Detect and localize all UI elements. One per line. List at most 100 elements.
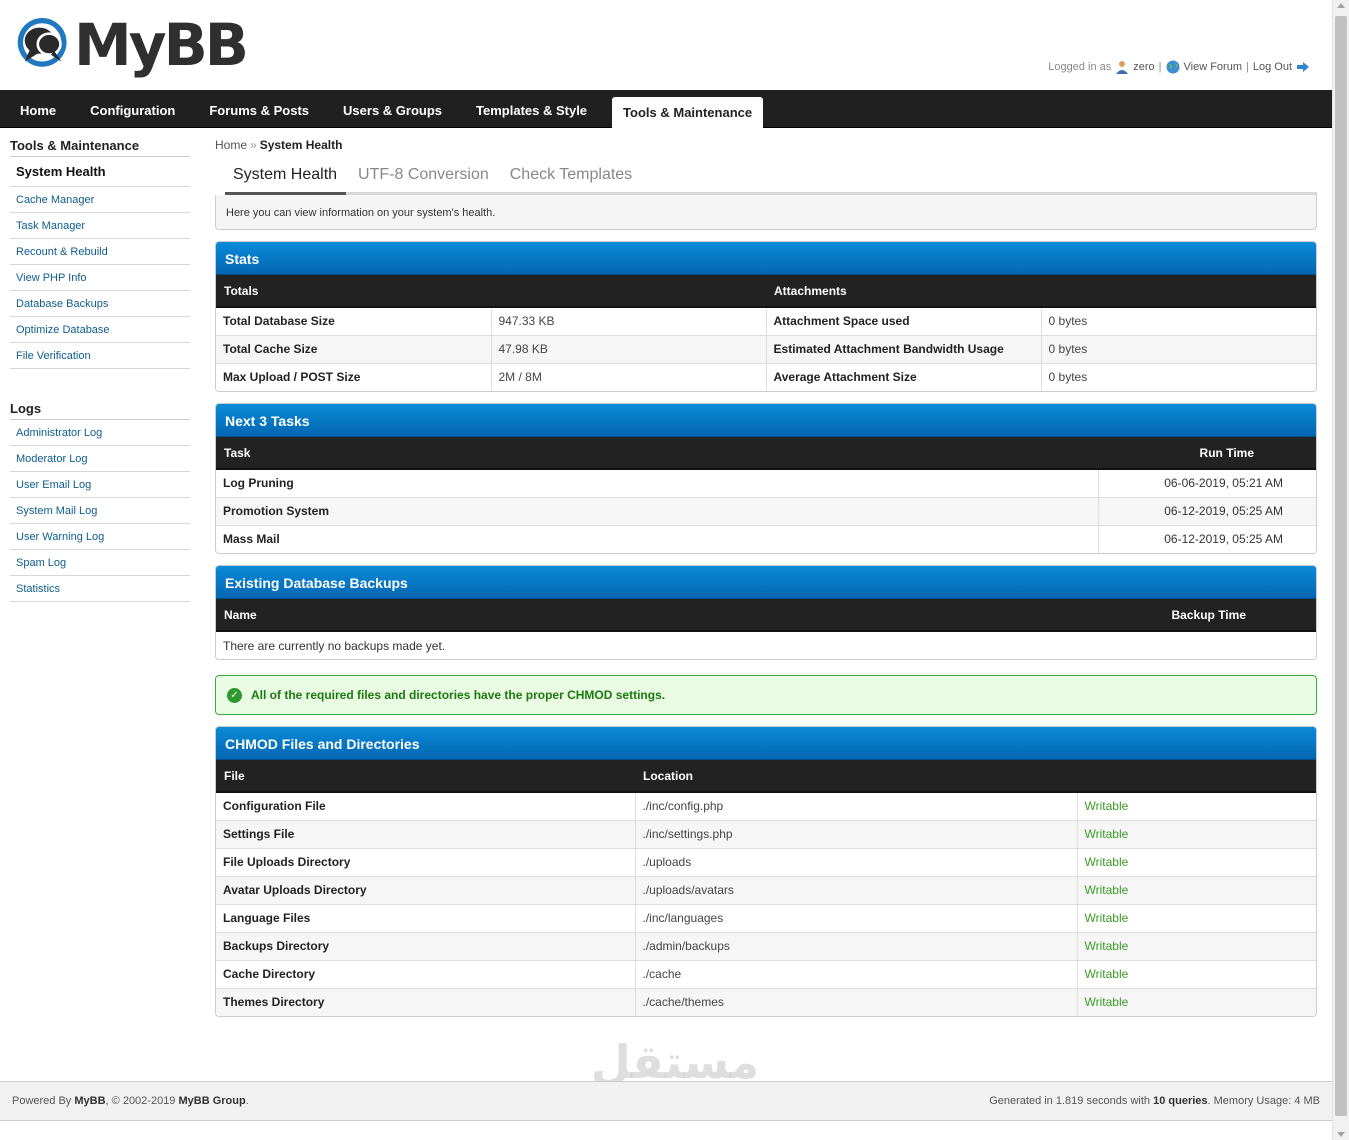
sidebar-item-task-manager[interactable]: Task Manager — [10, 213, 190, 239]
chmod-location: ./cache — [635, 960, 1078, 989]
table-row: Log Pruning 06-06-2019, 05:21 AM — [216, 469, 1316, 498]
sidebar-item-system-mail-log[interactable]: System Mail Log — [10, 498, 190, 524]
stat-value: 0 bytes — [1041, 307, 1316, 336]
sidebar-link[interactable]: Cache Manager — [16, 194, 94, 206]
column-header-attachments: Attachments — [766, 275, 1316, 308]
sidebar-section-title-tools: Tools & Maintenance — [10, 136, 190, 157]
globe-icon — [1166, 60, 1180, 74]
chmod-location: ./admin/backups — [635, 932, 1078, 961]
mybb-link[interactable]: MyBB — [74, 1095, 105, 1107]
table-row: Max Upload / POST Size 2M / 8M Average A… — [216, 363, 1316, 391]
sidebar-item-cache-manager[interactable]: Cache Manager — [10, 187, 190, 213]
chmod-table: File Location Configuration File ./inc/c… — [216, 760, 1316, 1016]
memory-usage: . Memory Usage: 4 MB — [1207, 1095, 1320, 1107]
table-row: Mass Mail 06-12-2019, 05:25 AM — [216, 525, 1316, 553]
table-row: Cache Directory ./cache Writable — [216, 960, 1316, 989]
stat-value: 0 bytes — [1041, 335, 1316, 364]
backups-table: Name Backup Time There are currently no … — [216, 599, 1316, 659]
stats-table: Totals Attachments Total Database Size 9… — [216, 275, 1316, 391]
chmod-location: ./uploads — [635, 848, 1078, 877]
chmod-status: Writable — [1077, 792, 1316, 821]
chmod-file: Cache Directory — [216, 960, 636, 989]
logo-text: MyBB — [74, 11, 249, 79]
stat-label: Total Database Size — [216, 307, 492, 336]
tasks-panel: Next 3 Tasks Task Run Time Log Pruning 0… — [215, 403, 1317, 554]
sidebar-item-view-php-info[interactable]: View PHP Info — [10, 265, 190, 291]
view-forum-link[interactable]: View Forum — [1184, 61, 1242, 73]
sidebar-item-recount-rebuild[interactable]: Recount & Rebuild — [10, 239, 190, 265]
menu-forums-posts[interactable]: Forums & Posts — [192, 90, 326, 128]
no-backups-message: There are currently no backups made yet. — [216, 631, 1316, 659]
sidebar-link[interactable]: Optimize Database — [16, 324, 110, 336]
page-scrollbar[interactable] — [1332, 0, 1349, 1140]
stat-label: Total Cache Size — [216, 335, 492, 364]
chmod-location: ./uploads/avatars — [635, 876, 1078, 905]
chmod-success-alert: ✓ All of the required files and director… — [215, 675, 1317, 715]
sidebar-link[interactable]: Administrator Log — [16, 427, 102, 439]
copyright-text: , © 2002-2019 — [105, 1095, 176, 1107]
stats-panel: Stats Totals Attachments Total Database … — [215, 241, 1317, 392]
query-count: 10 queries — [1153, 1095, 1208, 1107]
sidebar-link[interactable]: Task Manager — [16, 220, 85, 232]
sidebar-item-system-health[interactable]: System Health — [10, 157, 190, 187]
chmod-location: ./inc/languages — [635, 904, 1078, 933]
mybb-logo[interactable]: MyBB — [16, 8, 249, 82]
footer-generation-stats: Generated in 1.819 seconds with 10 queri… — [989, 1095, 1320, 1107]
column-header-backup-time: Backup Time — [1098, 599, 1316, 632]
sidebar-link[interactable]: Spam Log — [16, 557, 66, 569]
table-row: There are currently no backups made yet. — [216, 631, 1316, 659]
breadcrumb-home-link[interactable]: Home — [215, 138, 247, 152]
table-row: Themes Directory ./cache/themes Writable — [216, 988, 1316, 1016]
sidebar-link[interactable]: System Mail Log — [16, 505, 97, 517]
menu-users-groups[interactable]: Users & Groups — [326, 90, 459, 128]
mybb-group-link[interactable]: MyBB Group — [179, 1095, 246, 1107]
sidebar-link[interactable]: User Email Log — [16, 479, 91, 491]
sidebar-link[interactable]: Database Backups — [16, 298, 108, 310]
task-run-time: 06-06-2019, 05:21 AM — [1098, 469, 1316, 498]
menu-templates-style[interactable]: Templates & Style — [459, 90, 604, 128]
sidebar-link[interactable]: System Health — [16, 164, 106, 179]
chmod-status: Writable — [1077, 876, 1316, 905]
stat-label: Estimated Attachment Bandwidth Usage — [766, 335, 1042, 364]
sidebar-link[interactable]: Recount & Rebuild — [16, 246, 108, 258]
chmod-file: Settings File — [216, 820, 636, 849]
sidebar-item-database-backups[interactable]: Database Backups — [10, 291, 190, 317]
column-header-task: Task — [216, 437, 1098, 470]
menu-tools-maintenance[interactable]: Tools & Maintenance — [612, 97, 764, 128]
speech-bubbles-logo-icon — [17, 17, 67, 67]
tab-system-health[interactable]: System Health — [225, 156, 347, 195]
tab-utf8-conversion[interactable]: UTF-8 Conversion — [350, 156, 498, 192]
table-row: Avatar Uploads Directory ./uploads/avata… — [216, 876, 1316, 905]
scroll-up-icon[interactable] — [1337, 3, 1345, 8]
header: MyBB Logged in as zero | View Forum | Lo… — [0, 0, 1332, 90]
sidebar-item-user-email-log[interactable]: User Email Log — [10, 472, 190, 498]
sidebar-link[interactable]: Moderator Log — [16, 453, 88, 465]
menu-configuration[interactable]: Configuration — [73, 90, 192, 128]
logout-link[interactable]: Log Out — [1253, 61, 1292, 73]
breadcrumb-current: System Health — [259, 138, 343, 152]
chmod-file: Configuration File — [216, 792, 636, 821]
sidebar-item-spam-log[interactable]: Spam Log — [10, 550, 190, 576]
footer-powered-by: Powered By MyBB, © 2002-2019 MyBB Group. — [12, 1095, 249, 1107]
menu-home[interactable]: Home — [3, 90, 73, 128]
logout-arrow-icon[interactable] — [1296, 60, 1310, 74]
sidebar-link[interactable]: File Verification — [16, 350, 91, 362]
task-name: Mass Mail — [216, 525, 1099, 553]
sidebar-item-moderator-log[interactable]: Moderator Log — [10, 446, 190, 472]
scroll-down-icon[interactable] — [1337, 1132, 1345, 1137]
sidebar-item-user-warning-log[interactable]: User Warning Log — [10, 524, 190, 550]
username-link[interactable]: zero — [1133, 61, 1154, 73]
tab-check-templates[interactable]: Check Templates — [502, 156, 641, 192]
scrollbar-thumb[interactable] — [1335, 16, 1347, 1116]
main-menu: Home Configuration Forums & Posts Users … — [0, 90, 1332, 128]
sidebar-link[interactable]: Statistics — [16, 583, 60, 595]
sidebar-item-optimize-database[interactable]: Optimize Database — [10, 317, 190, 343]
sidebar-item-file-verification[interactable]: File Verification — [10, 343, 190, 369]
powered-by-label: Powered By — [12, 1095, 72, 1107]
column-header-file: File — [216, 760, 635, 793]
sidebar-section-title-logs: Logs — [10, 399, 190, 420]
sidebar-link[interactable]: View PHP Info — [16, 272, 87, 284]
sidebar-item-statistics[interactable]: Statistics — [10, 576, 190, 602]
sidebar-link[interactable]: User Warning Log — [16, 531, 104, 543]
sidebar-item-administrator-log[interactable]: Administrator Log — [10, 420, 190, 446]
